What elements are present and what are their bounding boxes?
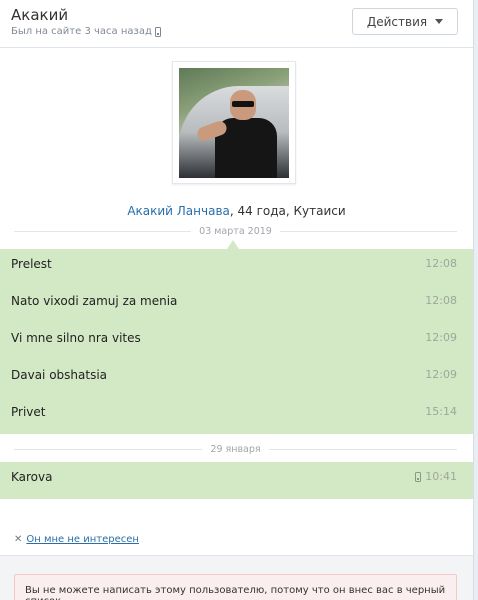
avatar-image: [179, 68, 289, 178]
message-item[interactable]: Vi mne silno nra vites 12:09: [0, 323, 473, 360]
contact-name[interactable]: Акакий: [11, 6, 68, 24]
date-separator: 03 марта 2019: [14, 224, 457, 238]
message-item[interactable]: Nato vixodi zamuj za menia 12:08: [0, 286, 473, 323]
message-time: 12:08: [425, 294, 457, 307]
message-text: Vi mne silno nra vites: [11, 331, 141, 345]
message-time: 12:08: [425, 257, 457, 270]
blocked-warning: Вы не можете написать этому пользователю…: [14, 574, 457, 600]
message-text: Nato vixodi zamuj za menia: [11, 294, 178, 308]
message-text: Davai obshatsia: [11, 368, 108, 382]
window-frame-edge: [473, 0, 478, 600]
profile-summary: Акакий Ланчава, 44 года, Кутаиси: [0, 204, 473, 218]
mobile-phone-icon: [154, 26, 161, 37]
date-label: 29 января: [210, 443, 261, 455]
message-group: Prelest 12:08 Nato vixodi zamuj za menia…: [0, 249, 473, 434]
chevron-down-icon: [435, 19, 444, 24]
actions-label: Действия: [366, 14, 428, 29]
message-group: Karova 10:41: [0, 462, 473, 499]
message-text: Prelest: [11, 257, 52, 271]
message-item[interactable]: Davai obshatsia 12:09: [0, 360, 473, 397]
online-status: Был на сайте 3 часа назад: [11, 26, 161, 37]
message-time-wrap: 10:41: [415, 470, 457, 483]
not-interested-label: Он мне не интересен: [26, 534, 139, 545]
message-time: 12:09: [425, 331, 457, 344]
message-item[interactable]: Privet 15:14: [0, 397, 473, 434]
actions-dropdown-button[interactable]: Действия: [352, 8, 458, 35]
message-time: 10:41: [425, 470, 457, 483]
chat-header: Акакий Был на сайте 3 часа назад Действи…: [0, 0, 473, 48]
message-time: 15:14: [425, 405, 457, 418]
date-label: 03 марта 2019: [199, 225, 272, 237]
message-text: Privet: [11, 405, 46, 419]
message-item[interactable]: Prelest 12:08: [0, 249, 473, 286]
status-text: Был на сайте 3 часа назад: [11, 26, 152, 37]
message-text: Karova: [11, 470, 53, 484]
mobile-phone-icon: [415, 471, 422, 482]
message-time: 12:09: [425, 368, 457, 381]
profile-name-link[interactable]: Акакий Ланчава: [127, 204, 230, 218]
close-icon: ✕: [14, 534, 23, 545]
profile-photo[interactable]: [172, 61, 296, 184]
bubble-tail: [227, 240, 239, 249]
profile-details: , 44 года, Кутаиси: [229, 204, 346, 218]
not-interested-link[interactable]: ✕ Он мне не интересен: [14, 534, 139, 545]
date-separator: 29 января: [14, 442, 458, 456]
message-item[interactable]: Karova 10:41: [0, 462, 473, 499]
